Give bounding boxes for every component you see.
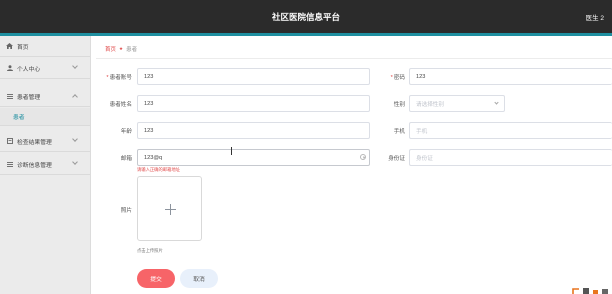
breadcrumb: 首页 ★ 患者 bbox=[96, 40, 612, 59]
sidebar-item-label: 首页 bbox=[17, 44, 29, 51]
account-input[interactable]: 123 bbox=[137, 68, 370, 85]
sidebar-item-home[interactable]: 首页 bbox=[0, 36, 90, 57]
breadcrumb-home[interactable]: 首页 bbox=[105, 45, 116, 53]
photo-hint: 点击上传照片 bbox=[137, 248, 163, 253]
sidebar: 首页 个人中心 患者管理 患者 检查结果管理 诊断信息管理 bbox=[0, 36, 91, 294]
chevron-down-icon bbox=[72, 159, 78, 165]
breadcrumb-current: 患者 bbox=[126, 47, 138, 53]
password-input[interactable]: 123 bbox=[409, 68, 612, 85]
home-icon bbox=[5, 43, 14, 49]
document-icon bbox=[5, 138, 14, 144]
photo-label: 照片 bbox=[120, 208, 132, 214]
plus-icon bbox=[165, 204, 176, 215]
top-bar: 社区医院信息平台 医生 2 bbox=[0, 0, 612, 33]
floating-widget-icon[interactable] bbox=[571, 286, 612, 294]
chevron-down-icon bbox=[72, 136, 78, 142]
accent-strip bbox=[0, 33, 612, 36]
list-icon bbox=[5, 93, 14, 99]
email-error-message: 请输入正确的邮箱地址 bbox=[137, 167, 180, 172]
gender-select[interactable]: 请选择性别 bbox=[409, 95, 505, 112]
sidebar-item-patients[interactable]: 患者管理 bbox=[0, 86, 90, 107]
list-icon bbox=[5, 161, 14, 167]
sidebar-item-diagnosis[interactable]: 诊断信息管理 bbox=[0, 154, 90, 175]
age-input[interactable]: 123 bbox=[137, 122, 370, 139]
email-input[interactable]: 123@q bbox=[137, 149, 370, 166]
submit-button[interactable]: 提交 bbox=[137, 269, 175, 288]
breadcrumb-separator-icon: ★ bbox=[119, 46, 124, 51]
sidebar-item-label: 诊断信息管理 bbox=[17, 162, 52, 169]
chevron-down-icon bbox=[494, 100, 499, 105]
sidebar-item-label: 个人中心 bbox=[17, 66, 41, 73]
user-icon bbox=[5, 65, 14, 71]
required-marker: * bbox=[106, 75, 109, 81]
phone-input[interactable]: 手机 bbox=[409, 122, 612, 139]
cancel-button[interactable]: 取消 bbox=[180, 269, 218, 288]
app-title: 社区医院信息平台 bbox=[271, 12, 340, 22]
idcard-label: 身份证 bbox=[388, 156, 405, 162]
account-label: *患者账号 bbox=[106, 75, 132, 81]
sidebar-item-profile[interactable]: 个人中心 bbox=[0, 58, 90, 79]
sidebar-item-label: 检查结果管理 bbox=[17, 139, 52, 146]
photo-uploader[interactable] bbox=[137, 176, 202, 241]
password-label: *密码 bbox=[390, 75, 405, 81]
age-label: 年龄 bbox=[120, 129, 132, 135]
clear-icon[interactable] bbox=[360, 154, 366, 160]
chevron-up-icon bbox=[72, 94, 78, 100]
sidebar-item-label: 患者管理 bbox=[17, 94, 41, 101]
gender-label: 性别 bbox=[393, 102, 405, 108]
required-marker: * bbox=[390, 75, 393, 81]
name-label: 患者姓名 bbox=[109, 102, 132, 108]
name-input[interactable]: 123 bbox=[137, 95, 370, 112]
email-label: 邮箱 bbox=[120, 156, 132, 162]
sidebar-item-exam-results[interactable]: 检查结果管理 bbox=[0, 131, 90, 152]
phone-label: 手机 bbox=[393, 129, 405, 135]
sidebar-subitem-label: 患者 bbox=[13, 115, 25, 121]
chevron-down-icon bbox=[72, 63, 78, 69]
sidebar-subitem-patient[interactable]: 患者 bbox=[0, 108, 90, 126]
text-cursor-icon bbox=[231, 147, 232, 155]
idcard-input[interactable]: 身份证 bbox=[409, 149, 612, 166]
user-name[interactable]: 医生 2 bbox=[586, 12, 604, 22]
